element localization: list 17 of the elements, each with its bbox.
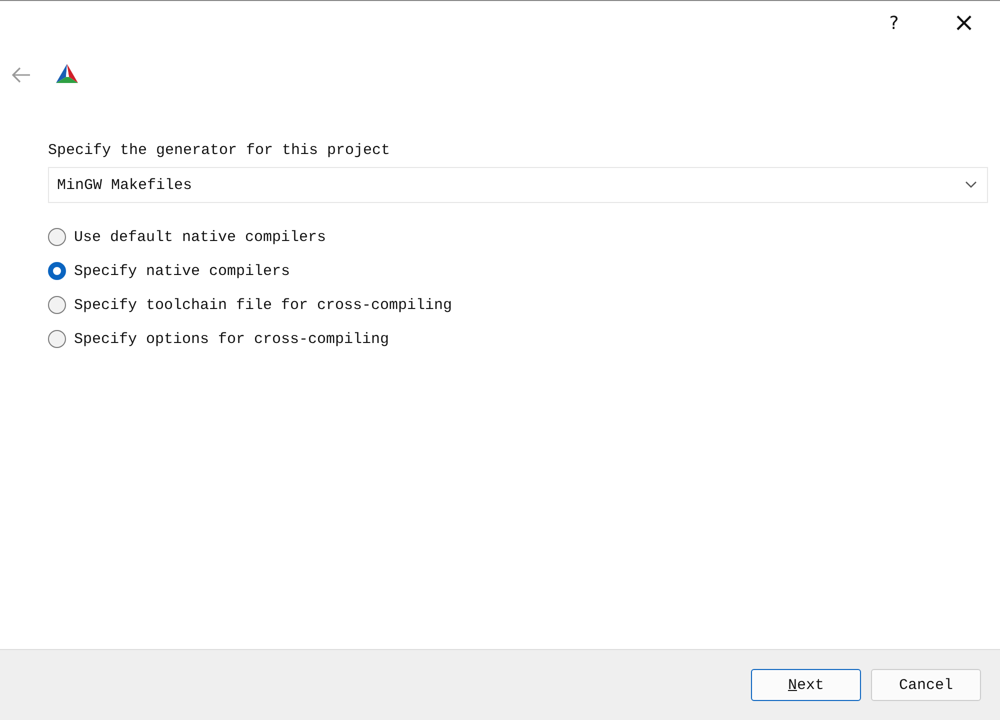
radio-button[interactable] xyxy=(48,262,66,280)
triangle-logo-icon xyxy=(56,64,78,83)
radio-button[interactable] xyxy=(48,296,66,314)
radio-button[interactable] xyxy=(48,228,66,246)
next-button[interactable]: Next xyxy=(751,669,861,701)
help-button[interactable]: ? xyxy=(882,12,906,34)
generator-label: Specify the generator for this project xyxy=(48,142,392,161)
radio-label[interactable]: Specify native compilers xyxy=(74,262,290,280)
back-arrow-icon[interactable] xyxy=(11,67,31,83)
close-button[interactable]: × xyxy=(952,10,976,36)
generator-dropdown[interactable]: MinGW Makefiles xyxy=(48,167,988,203)
radio-label[interactable]: Specify toolchain file for cross-compiling xyxy=(74,296,452,314)
radio-label[interactable]: Specify options for cross-compiling xyxy=(74,330,390,348)
chevron-down-icon xyxy=(965,181,977,189)
radio-button[interactable] xyxy=(48,330,66,348)
cancel-button[interactable]: Cancel xyxy=(871,669,981,701)
radio-label[interactable]: Use default native compilers xyxy=(74,228,326,246)
